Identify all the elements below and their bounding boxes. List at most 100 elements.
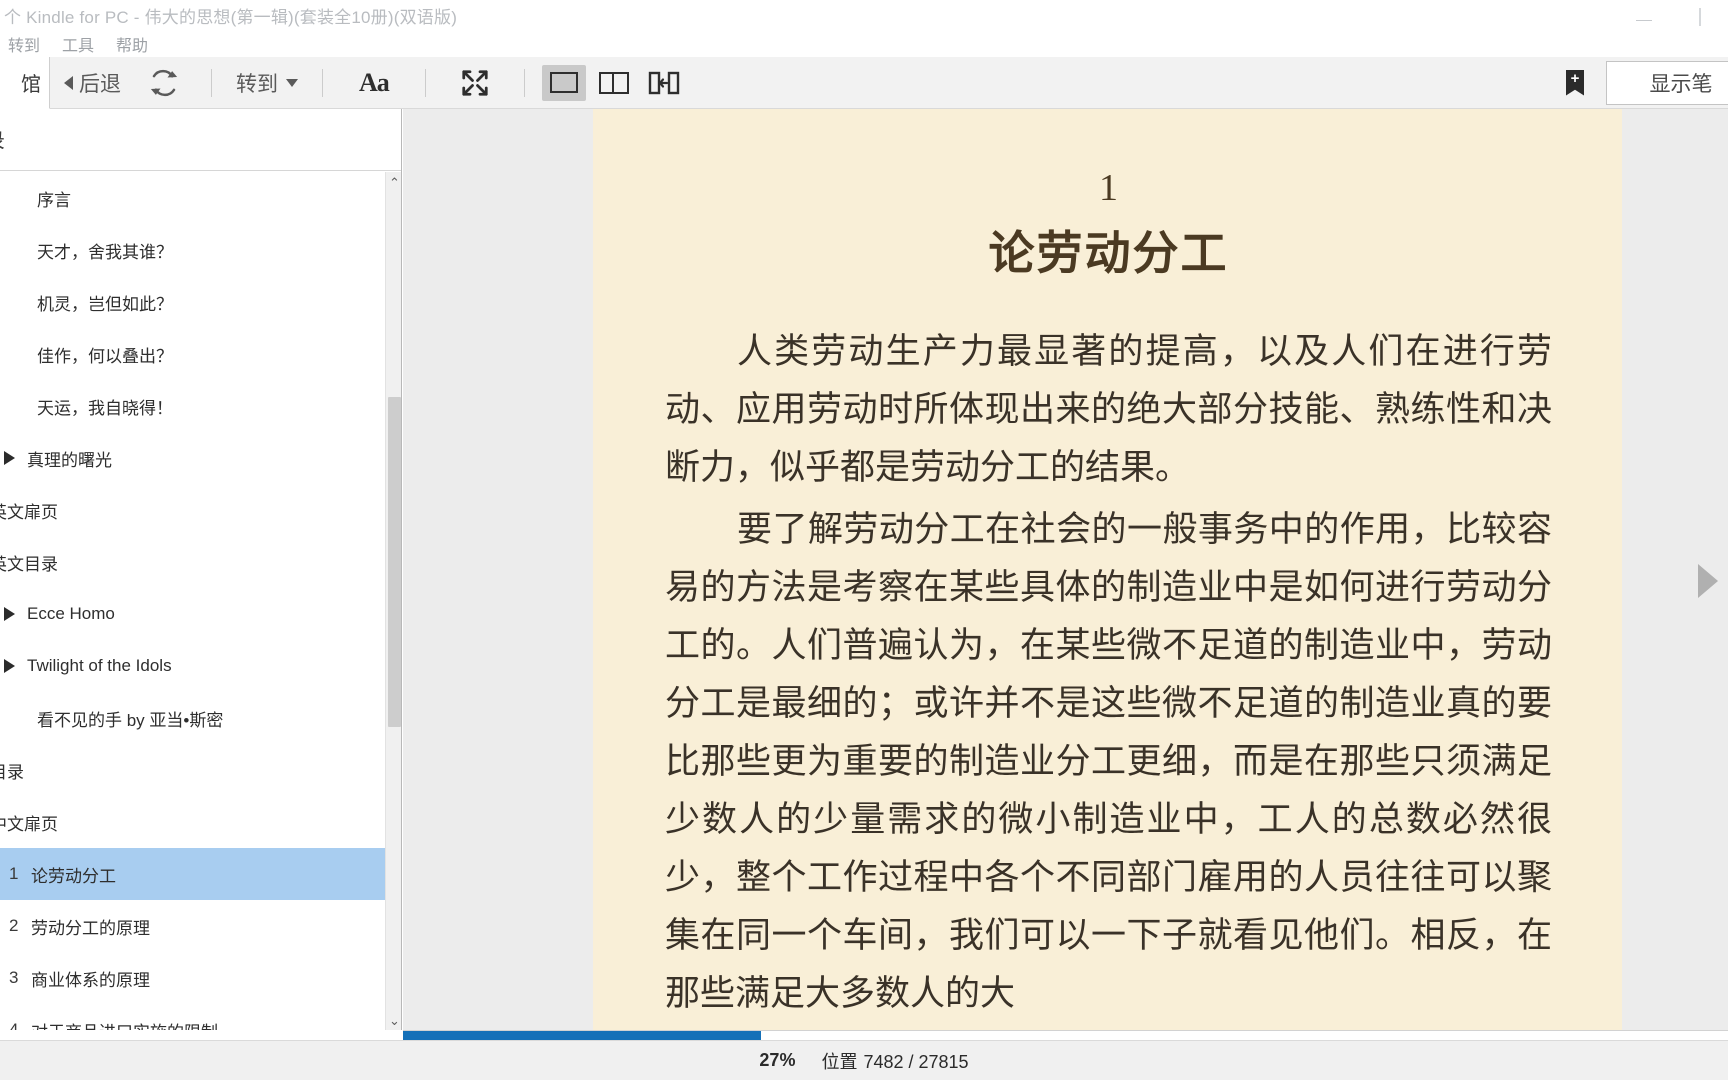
window-controls: [1616, 0, 1728, 30]
toolbar-separator: [322, 68, 323, 97]
font-size-label: Aa: [359, 67, 390, 97]
toc-item-number: 4: [9, 1020, 19, 1030]
toc-item-12[interactable]: 中文扉页: [0, 796, 385, 848]
toolbar: 馆 后退 转到 Aa + 显示笔: [0, 57, 1728, 109]
chapter-number: 1: [1099, 167, 1118, 209]
minimize-button[interactable]: [1616, 0, 1672, 30]
view-mode-fit-button[interactable]: [642, 65, 686, 101]
toolbar-right-group: + 显示笔: [1544, 57, 1728, 108]
fit-width-icon: [648, 71, 679, 94]
single-page-icon: [549, 72, 578, 93]
menu-item-help[interactable]: 帮助: [116, 30, 158, 58]
toc-item-number: 3: [9, 968, 19, 987]
toc-item-0[interactable]: 序言: [0, 172, 385, 224]
status-location: 位置 7482 / 27815: [821, 1048, 968, 1074]
status-location-label: 位置: [821, 1051, 858, 1072]
toc-item-label: 对于商品进口实施的限制: [31, 1018, 218, 1031]
toc-item-label: 佳作，何以叠出？: [37, 346, 173, 366]
chevron-down-icon: [286, 78, 298, 87]
toc-item-label: 英文扉页: [0, 502, 58, 522]
toc-item-4[interactable]: 天运，我自晓得！: [0, 380, 385, 432]
sidebar-header: 录: [0, 109, 401, 171]
toc-item-label: 商业体系的原理: [31, 970, 150, 990]
maximize-button[interactable]: [1672, 0, 1728, 30]
back-button[interactable]: 后退: [54, 57, 131, 108]
menu-item-goto[interactable]: 转到: [8, 30, 50, 58]
toc-item-15[interactable]: 3 商业体系的原理: [0, 952, 385, 1004]
sidebar-title: 录: [0, 125, 5, 155]
library-tab[interactable]: 馆: [0, 57, 50, 109]
show-notes-button[interactable]: 显示笔: [1606, 60, 1728, 105]
back-label: 后退: [79, 72, 121, 96]
minimize-icon: [1636, 19, 1652, 21]
sidebar-scrollbar[interactable]: ⌃ ⌄: [385, 172, 401, 1030]
scroll-up-arrow-icon[interactable]: ⌃: [386, 172, 401, 192]
reading-progress-fill: [403, 1031, 761, 1040]
chevron-left-icon: [64, 75, 73, 90]
toolbar-separator: [424, 68, 426, 97]
library-tab-label: 馆: [21, 74, 41, 96]
toc-item-label: 目录: [0, 762, 24, 782]
toc-item-13-selected[interactable]: 1 论劳动分工: [0, 848, 385, 900]
toc-item-label: 序言: [37, 190, 71, 210]
toolbar-left-group: 后退 转到 Aa: [54, 57, 689, 108]
expand-arrow-icon[interactable]: [4, 607, 15, 621]
toc-item-6[interactable]: 英文扉页: [0, 484, 385, 536]
toc-item-14[interactable]: 2 劳动分工的原理: [0, 900, 385, 952]
toc-item-label: 劳动分工的原理: [31, 918, 150, 938]
fullscreen-button[interactable]: [440, 57, 510, 108]
toc-item-label: 天运，我自晓得！: [37, 398, 173, 418]
table-of-contents-sidebar: 录 序言 天才，舍我其谁？ 机灵，岂但如此？ 佳作，何以叠出？ 天运，我: [0, 109, 402, 1030]
view-mode-single-button[interactable]: [541, 64, 586, 101]
toc-list[interactable]: 序言 天才，舍我其谁？ 机灵，岂但如此？ 佳作，何以叠出？ 天运，我自晓得！ 真: [0, 172, 385, 1030]
chapter-title: 论劳动分工: [988, 228, 1229, 279]
expand-arrow-icon[interactable]: [4, 451, 15, 465]
bookmark-plus-glyph: +: [1570, 69, 1580, 87]
toc-item-number: 1: [9, 864, 19, 883]
view-mode-double-button[interactable]: [592, 65, 636, 101]
toc-item-label: Ecce Homo: [27, 604, 115, 623]
goto-dropdown[interactable]: 转到: [226, 57, 308, 108]
menu-item-tools[interactable]: 工具: [62, 30, 104, 58]
scroll-down-arrow-icon[interactable]: ⌄: [386, 1010, 401, 1030]
status-location-value: 7482 / 27815: [863, 1051, 969, 1072]
toc-item-label: 论劳动分工: [31, 866, 116, 886]
toc-item-label: 真理的曙光: [27, 450, 112, 470]
double-page-icon: [598, 71, 629, 94]
toc-item-label: 中文扉页: [0, 814, 58, 834]
toc-item-9[interactable]: Twilight of the Idols: [0, 640, 385, 692]
toc-item-label: 机灵，岂但如此？: [37, 294, 173, 314]
book-page: 1 论劳动分工 人类劳动生产力最显著的提高，以及人们在进行劳动、应用劳动时所体现…: [593, 109, 1622, 1030]
goto-label: 转到: [236, 72, 278, 96]
toc-item-11[interactable]: 目录: [0, 744, 385, 796]
add-bookmark-icon: +: [1566, 69, 1584, 96]
kindle-for-pc-window: 个 Kindle for PC - 伟大的思想(第一辑)(套装全10册)(双语版…: [0, 0, 1728, 1080]
body-paragraph-1: 人类劳动生产力最显著的提高，以及人们在进行劳动、应用劳动时所体现出来的绝大部分技…: [665, 332, 1552, 487]
sidebar-scrollbar-thumb[interactable]: [388, 397, 401, 727]
toc-item-label: 天才，舍我其谁？: [37, 242, 173, 262]
window-title: 个 Kindle for PC - 伟大的思想(第一辑)(套装全10册)(双语版…: [4, 8, 458, 27]
toc-item-3[interactable]: 佳作，何以叠出？: [0, 328, 385, 380]
toc-item-1[interactable]: 天才，舍我其谁？: [0, 224, 385, 276]
reading-progress-track[interactable]: [403, 1030, 1728, 1040]
toc-item-7[interactable]: 英文目录: [0, 536, 385, 588]
status-percent: 27%: [759, 1050, 796, 1070]
font-settings-button[interactable]: Aa: [337, 57, 411, 108]
add-bookmark-button[interactable]: +: [1544, 57, 1606, 108]
refresh-icon: [150, 69, 178, 96]
toc-item-label: 英文目录: [0, 554, 58, 574]
body-paragraph-2: 要了解劳动分工在社会的一般事务中的作用，比较容易的方法是考察在某些具体的制造业中…: [665, 510, 1552, 1013]
maximize-icon: [1699, 7, 1701, 26]
refresh-button[interactable]: [131, 57, 197, 108]
next-page-arrow-icon[interactable]: [1698, 564, 1718, 598]
toc-item-label: 看不见的手 by 亚当•斯密: [37, 710, 224, 730]
toc-item-16[interactable]: 4 对于商品进口实施的限制: [0, 1004, 385, 1030]
toc-item-5[interactable]: 真理的曙光: [0, 432, 385, 484]
menu-bar: 转到 工具 帮助: [0, 30, 1728, 57]
toc-item-8[interactable]: Ecce Homo: [0, 588, 385, 640]
expand-arrow-icon[interactable]: [4, 659, 15, 673]
reader-pane: 1 论劳动分工 人类劳动生产力最显著的提高，以及人们在进行劳动、应用劳动时所体现…: [403, 109, 1728, 1030]
fullscreen-icon: [462, 69, 488, 96]
toc-item-2[interactable]: 机灵，岂但如此？: [0, 276, 385, 328]
toc-item-10[interactable]: 看不见的手 by 亚当•斯密: [0, 692, 385, 744]
